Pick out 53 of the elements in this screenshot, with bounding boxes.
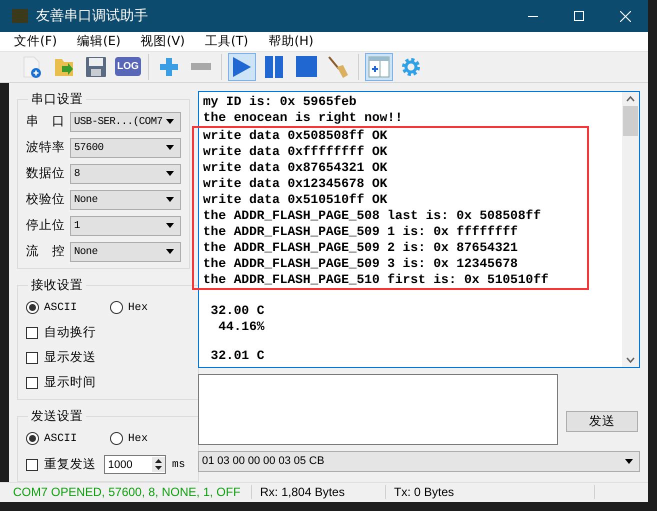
field-label: 波特率	[26, 139, 66, 156]
menu-item[interactable]: 编辑(E)	[76, 32, 121, 50]
dropdown[interactable]: 1	[70, 216, 181, 236]
field-label: 停止位	[26, 217, 66, 234]
log-line: the ADDR_FLASH_PAGE_508 last is: 0x 508508ff	[203, 208, 542, 224]
menu-item[interactable]: 帮助(H)	[268, 32, 314, 50]
field-label: 数据位	[26, 165, 66, 182]
radio-label: Hex	[128, 302, 148, 314]
dropdown[interactable]: 8	[70, 164, 181, 184]
dropdown[interactable]: USB-SER...(COM7	[70, 112, 181, 132]
log-line: write data 0xffffffff OK	[203, 144, 388, 160]
checkbox-label: 自动换行	[44, 324, 96, 342]
group-title: 发送设置	[30, 408, 84, 425]
field-label: 校验位	[26, 191, 66, 208]
interval-spinbox[interactable]: 1000	[104, 455, 166, 474]
history-dropdown[interactable]: 01 03 00 00 00 03 05 CB	[198, 450, 640, 472]
menu-item[interactable]: 文件(F)	[14, 32, 57, 50]
menu-item[interactable]: 视图(V)	[140, 32, 185, 50]
status-text: COM7 OPENED, 57600, 8, NONE, 1, OFF	[13, 485, 252, 500]
log-line: 44.16%	[217, 318, 266, 335]
window-title: 友善串口调试助手	[36, 7, 149, 25]
send-button[interactable]: 发送	[566, 410, 638, 432]
log-icon: LOG	[115, 57, 141, 76]
radio-label: Hex	[128, 432, 148, 445]
log-line: 32.00 C	[210, 302, 266, 319]
log-line: write data 0x508508ff OK	[203, 128, 388, 144]
radio-label: ASCII	[44, 302, 78, 314]
status-text: Rx: 1,804 Bytes	[252, 485, 386, 500]
dropdown[interactable]: None	[70, 242, 181, 262]
field-label: 串 口	[26, 113, 66, 130]
log-line: write data 0x510510ff OK	[203, 192, 388, 208]
unit-label: ms	[172, 458, 186, 471]
dropdown[interactable]: 57600	[70, 138, 181, 158]
toolbar-button[interactable]: LOG	[114, 52, 142, 81]
group-title: 串口设置	[30, 90, 84, 108]
group-title: 接收设置	[30, 276, 84, 294]
log-line: write data 0x12345678 OK	[203, 176, 388, 192]
log-line: the ADDR_FLASH_PAGE_509 2 is: 0x 87654321	[203, 240, 519, 256]
log-line: the ADDR_FLASH_PAGE_509 3 is: 0x 12345678	[203, 256, 519, 272]
log-line: write data 0x87654321 OK	[203, 160, 388, 176]
status-text: Tx: 0 Bytes	[386, 485, 595, 500]
field-label: 流 控	[26, 243, 66, 260]
checkbox-label: 重复发送	[44, 456, 96, 474]
log-line: my ID is: 0x 5965feb	[203, 94, 358, 110]
radio-label: ASCII	[44, 432, 78, 445]
checkbox-label: 显示发送	[44, 349, 96, 366]
log-line: 32.01 C	[210, 348, 266, 364]
log-line: the ADDR_FLASH_PAGE_510 first is: 0x 510510ff	[203, 272, 550, 288]
log-line: the enocean is right now!!	[203, 110, 404, 126]
dropdown[interactable]: None	[70, 190, 181, 210]
checkbox-label: 显示时间	[44, 374, 96, 392]
menu-item[interactable]: 工具(T)	[204, 32, 248, 50]
log-line: the ADDR_FLASH_PAGE_509 1 is: 0x ffffffff	[203, 224, 519, 240]
